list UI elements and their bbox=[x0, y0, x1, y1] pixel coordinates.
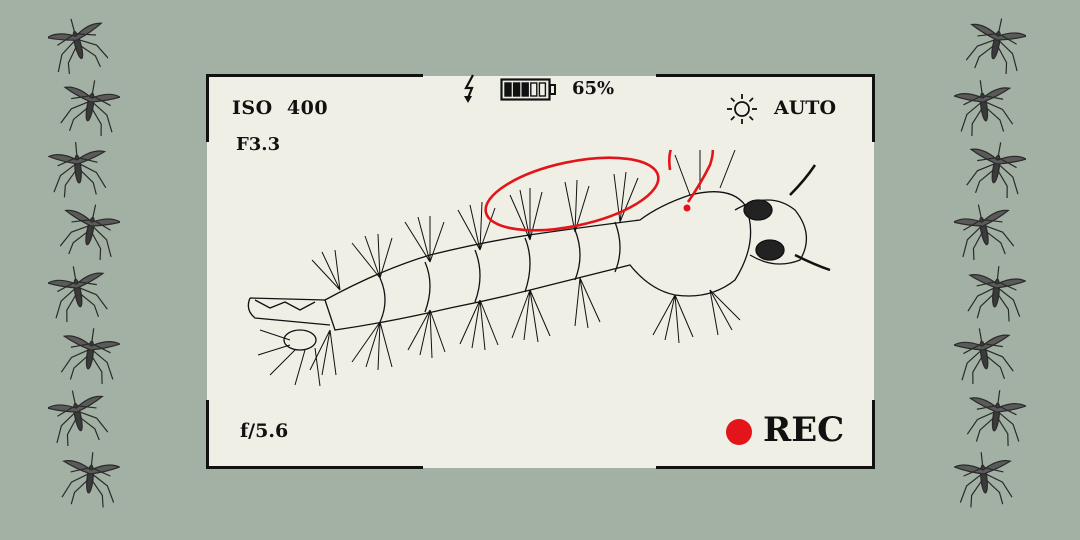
frame-right-top bbox=[872, 74, 875, 142]
mosquito-icon bbox=[952, 78, 1014, 136]
mosquito-icon bbox=[60, 326, 122, 384]
mosquito-icon bbox=[47, 140, 108, 198]
mosquito-icon bbox=[45, 388, 109, 447]
mosquito-icon bbox=[966, 388, 1028, 446]
record-label: REC bbox=[763, 410, 845, 450]
frame-bottom-right bbox=[656, 466, 875, 469]
sun-icon bbox=[727, 94, 757, 124]
aperture-top-readout: F3.3 bbox=[236, 134, 281, 155]
mosquito-icon bbox=[951, 202, 1015, 261]
frame-right-bottom bbox=[872, 400, 875, 469]
frame-left-top bbox=[206, 74, 209, 142]
iso-readout: ISO 400 bbox=[232, 97, 329, 119]
left-mosquito-column bbox=[40, 0, 140, 540]
mosquito-icon bbox=[46, 264, 108, 323]
record-dot-icon bbox=[726, 419, 752, 445]
flash-icon bbox=[464, 74, 474, 103]
mosquito-icon bbox=[59, 202, 123, 261]
frame-left-bottom bbox=[206, 400, 209, 469]
white-balance-label: AUTO bbox=[774, 97, 837, 119]
mosquito-icon bbox=[60, 450, 121, 508]
mosquito-icon bbox=[45, 16, 109, 76]
right-mosquito-column bbox=[940, 0, 1040, 540]
aperture-bottom-readout: f/5.6 bbox=[240, 420, 289, 442]
mosquito-icon bbox=[953, 450, 1014, 508]
mosquito-icon bbox=[952, 326, 1014, 385]
battery-bar bbox=[521, 82, 529, 97]
larva-illustration bbox=[247, 150, 831, 387]
battery-bar bbox=[538, 82, 547, 97]
battery-bar bbox=[504, 82, 512, 97]
mosquito-icon bbox=[966, 140, 1028, 199]
frame-top-right bbox=[656, 74, 875, 77]
mosquito-icon bbox=[966, 264, 1027, 322]
battery-icon bbox=[500, 78, 556, 101]
frame-bottom-left bbox=[206, 466, 423, 469]
battery-bar bbox=[530, 82, 538, 97]
frame-top-left bbox=[206, 74, 423, 77]
mosquito-icon bbox=[965, 16, 1029, 75]
battery-percent: 65% bbox=[572, 78, 615, 99]
battery-bar bbox=[512, 82, 521, 97]
mosquito-icon bbox=[60, 78, 122, 137]
